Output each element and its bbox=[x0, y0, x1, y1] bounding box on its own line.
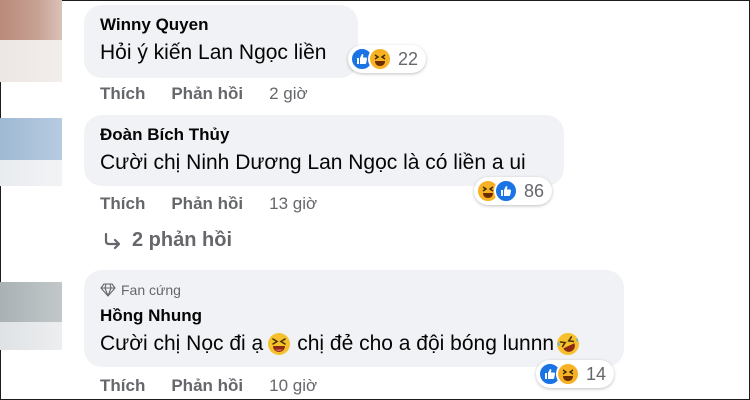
avatar[interactable] bbox=[0, 282, 62, 322]
comment-timestamp[interactable]: 2 giờ bbox=[269, 84, 308, 104]
rolling-laughing-emoji bbox=[557, 333, 580, 355]
comment-timestamp[interactable]: 10 giờ bbox=[269, 376, 317, 396]
like-button[interactable]: Thích bbox=[100, 194, 145, 214]
reply-button[interactable]: Phản hồi bbox=[171, 376, 243, 396]
view-replies-link[interactable]: 2 phản hồi bbox=[102, 229, 232, 252]
reaction-summary[interactable]: 22 bbox=[348, 45, 427, 73]
avatar[interactable] bbox=[0, 0, 62, 40]
avatar[interactable] bbox=[0, 118, 62, 160]
comment-bubble: Đoàn Bích Thủy Cười chị Ninh Dương Lan N… bbox=[84, 115, 564, 186]
comment-actions: Thích Phản hồi 10 giờ bbox=[100, 376, 317, 396]
comment-text: Cười chị Ninh Dương Lan Ngọc là có liền … bbox=[100, 151, 526, 174]
comment-bubble: Winny Quyen Hỏi ý kiến Lan Ngọc liền bbox=[84, 5, 358, 78]
grinning-squinting-emoji bbox=[268, 333, 291, 355]
comment-author[interactable]: Hồng Nhung bbox=[100, 306, 610, 326]
replies-count-label: 2 phản hồi bbox=[132, 229, 232, 251]
haha-icon bbox=[556, 362, 580, 386]
comment-text: Cười chị Nọc đi ạ chị đẻ cho a đội bóng … bbox=[100, 330, 610, 358]
comment-text-part: chị đẻ cho a đội bóng lunnn bbox=[297, 332, 555, 355]
avatar-blur bbox=[0, 322, 62, 350]
like-icon bbox=[494, 179, 518, 203]
reaction-summary[interactable]: 86 bbox=[474, 177, 553, 205]
reply-button[interactable]: Phản hồi bbox=[171, 84, 243, 104]
comment-actions: Thích Phản hồi 2 giờ bbox=[100, 84, 308, 104]
reaction-count: 14 bbox=[586, 363, 607, 384]
like-button[interactable]: Thích bbox=[100, 84, 145, 104]
avatar-blur bbox=[0, 40, 62, 82]
reaction-summary[interactable]: 14 bbox=[536, 360, 615, 388]
reply-button[interactable]: Phản hồi bbox=[171, 194, 243, 214]
diamond-icon bbox=[100, 283, 116, 297]
comment-author[interactable]: Đoàn Bích Thủy bbox=[100, 125, 550, 145]
comment-text-part: Cười chị Nọc đi ạ bbox=[100, 332, 264, 355]
comment-timestamp[interactable]: 13 giờ bbox=[269, 194, 317, 214]
avatar-blur bbox=[0, 160, 62, 186]
reaction-count: 22 bbox=[398, 48, 419, 69]
comment-text: Hỏi ý kiến Lan Ngọc liền bbox=[100, 41, 327, 64]
comment-actions: Thích Phản hồi 13 giờ bbox=[100, 194, 317, 214]
reaction-count: 86 bbox=[524, 180, 545, 201]
haha-icon bbox=[368, 47, 392, 71]
fan-badge-label: Fan cứng bbox=[121, 282, 181, 298]
fan-badge[interactable]: Fan cứng bbox=[100, 282, 610, 298]
comment-author[interactable]: Winny Quyen bbox=[100, 15, 344, 35]
like-button[interactable]: Thích bbox=[100, 376, 145, 396]
reply-arrow-icon bbox=[104, 232, 121, 249]
comment-bubble: Fan cứng Hồng Nhung Cười chị Nọc đi ạ ch… bbox=[84, 270, 624, 367]
